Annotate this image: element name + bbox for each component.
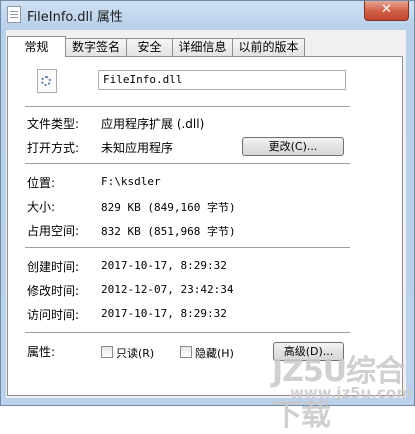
divider [25, 247, 350, 248]
readonly-checkbox-label[interactable]: 只读(R) [116, 345, 154, 361]
location-value: F:\ksdler [101, 175, 161, 188]
tab-digital-signatures[interactable]: 数字签名 [65, 38, 127, 56]
accessed-value: 2017-10-17, 8:29:32 [101, 307, 227, 320]
gear-icon [41, 76, 51, 86]
file-type-label: 文件类型: [27, 117, 80, 131]
location-label: 位置: [27, 176, 56, 190]
accessed-label: 访问时间: [27, 308, 80, 322]
created-value: 2017-10-17, 8:29:32 [101, 259, 227, 272]
size-label: 大小: [27, 200, 56, 214]
hidden-checkbox-label[interactable]: 隐藏(H) [195, 345, 234, 361]
watermark: JZ5U综合下载 www.jz5u.com [270, 346, 415, 433]
watermark-url: www.jz5u.com [290, 384, 412, 402]
close-button[interactable]: ✕ [364, 1, 409, 21]
tab-general[interactable]: 常规 [7, 36, 66, 57]
file-name-field[interactable]: FileInfo.dll [98, 70, 346, 90]
created-label: 创建时间: [27, 260, 80, 274]
title-bar[interactable]: FileInfo.dll 属性 ✕ [1, 1, 414, 29]
tab-details[interactable]: 详细信息 [172, 38, 233, 56]
opens-with-label: 打开方式: [27, 141, 80, 155]
divider [25, 163, 350, 164]
size-value: 829 KB (849,160 字节) [101, 201, 236, 214]
modified-label: 修改时间: [27, 284, 80, 298]
file-icon [7, 6, 21, 23]
tab-previous-versions[interactable]: 以前的版本 [232, 38, 305, 56]
dll-file-icon [37, 69, 57, 93]
divider [25, 332, 350, 333]
tab-security[interactable]: 安全 [126, 38, 173, 56]
opens-with-value: 未知应用程序 [101, 141, 174, 155]
size-on-disk-label: 占用空间: [27, 224, 80, 238]
readonly-checkbox[interactable] [101, 346, 113, 358]
modified-value: 2012-12-07, 23:42:34 [101, 283, 234, 296]
change-button[interactable]: 更改(C)... [242, 137, 344, 156]
file-type-value: 应用程序扩展 (.dll) [101, 117, 205, 131]
hidden-checkbox[interactable] [180, 346, 192, 358]
attributes-label: 属性: [27, 345, 56, 359]
window-title: FileInfo.dll 属性 [27, 10, 123, 25]
size-on-disk-value: 832 KB (851,968 字节) [101, 225, 236, 238]
divider [25, 106, 350, 107]
